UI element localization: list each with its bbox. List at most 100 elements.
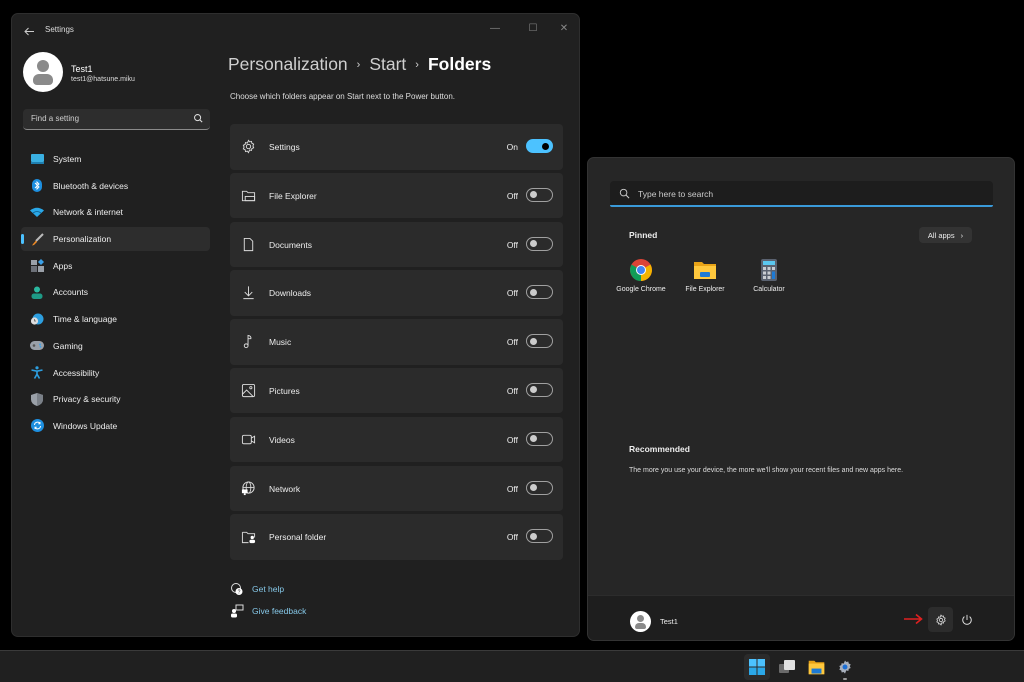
personal-folder-toggle[interactable]: [526, 529, 553, 544]
folder-label: Network: [269, 483, 301, 494]
taskbar-start-button[interactable]: [744, 654, 770, 680]
sidebar-item-label: Apps: [53, 260, 73, 271]
folder-row-settings: Settings On: [230, 124, 563, 170]
gear-icon: [839, 660, 851, 674]
network-toggle[interactable]: [526, 480, 553, 495]
sidebar-item-gaming[interactable]: Gaming: [21, 334, 210, 358]
video-icon: [241, 434, 256, 444]
sidebar-item-time-language[interactable]: Time & language: [21, 307, 210, 331]
file-explorer-toggle[interactable]: [526, 187, 553, 202]
folder-row-personal-folder: Personal folder Off: [230, 514, 563, 560]
chrome-icon: [630, 259, 652, 281]
videos-toggle[interactable]: [526, 431, 553, 446]
minimize-icon: —: [490, 22, 500, 34]
get-help-label: Get help: [252, 584, 285, 594]
folder-row-file-explorer: File Explorer Off: [230, 172, 563, 219]
sidebar-item-bluetooth[interactable]: Bluetooth & devices: [21, 174, 210, 198]
folder-row-videos: Videos Off: [230, 416, 563, 463]
pinned-heading: Pinned: [629, 230, 658, 240]
close-button[interactable]: ✕: [549, 18, 579, 38]
toggle-state: Off: [506, 337, 518, 348]
sidebar-item-network[interactable]: Network & internet: [21, 200, 210, 224]
back-button[interactable]: [20, 22, 38, 40]
toggle-state: Off: [506, 532, 518, 543]
recommended-heading: Recommended: [629, 444, 690, 454]
sidebar-item-label: Bluetooth & devices: [53, 180, 129, 191]
sidebar-item-apps[interactable]: Apps: [21, 254, 210, 278]
power-button[interactable]: [954, 607, 979, 632]
accessibility-icon: [30, 366, 44, 380]
chevron-right-icon: ›: [356, 58, 361, 71]
find-setting-input[interactable]: Find a setting: [23, 109, 210, 130]
sidebar-item-accounts[interactable]: Accounts: [21, 280, 210, 304]
breadcrumb: Personalization › Start › Folders: [228, 54, 491, 75]
folder-row-music: Music Off: [230, 319, 563, 365]
documents-toggle[interactable]: [526, 236, 553, 251]
start-menu: Type here to search Pinned All apps › Go…: [587, 157, 1015, 641]
taskbar-file-explorer-button[interactable]: [803, 654, 829, 680]
gamepad-icon: [30, 339, 44, 353]
sidebar-item-accessibility[interactable]: Accessibility: [21, 361, 210, 385]
give-feedback-label: Give feedback: [252, 606, 307, 616]
maximize-button[interactable]: ☐: [518, 18, 548, 38]
document-icon: [243, 237, 254, 251]
all-apps-button[interactable]: All apps ›: [919, 227, 972, 243]
task-view-icon: [779, 660, 795, 673]
minimize-button[interactable]: —: [480, 18, 510, 38]
system-icon: [30, 152, 44, 166]
breadcrumb-start[interactable]: Start: [369, 54, 406, 75]
give-feedback-link[interactable]: Give feedback: [230, 604, 306, 618]
user-avatar[interactable]: [23, 52, 63, 92]
pinned-app-file-explorer[interactable]: File Explorer: [673, 258, 737, 298]
pictures-toggle[interactable]: [526, 382, 553, 397]
calculator-icon: [761, 259, 777, 281]
app-label: Calculator: [753, 286, 785, 293]
folder-label: Settings: [269, 142, 300, 152]
settings-toggle[interactable]: [526, 139, 553, 153]
start-footer: Test1: [588, 595, 1014, 640]
gear-icon: [242, 139, 255, 154]
app-label: File Explorer: [685, 286, 725, 293]
pinned-app-chrome[interactable]: Google Chrome: [609, 258, 673, 298]
app-title: Settings: [45, 25, 74, 34]
toggle-state: On: [506, 142, 518, 152]
sidebar-item-personalization[interactable]: Personalization: [21, 227, 210, 252]
sidebar-item-privacy[interactable]: Privacy & security: [21, 387, 210, 411]
apps-icon: [30, 259, 44, 273]
start-search-input[interactable]: Type here to search: [610, 181, 993, 207]
pinned-app-calculator[interactable]: Calculator: [737, 258, 801, 298]
music-toggle[interactable]: [526, 334, 553, 349]
sidebar-item-label: Accessibility: [53, 367, 100, 378]
recommended-description: The more you use your device, the more w…: [629, 467, 904, 474]
shield-icon: [30, 392, 44, 406]
running-indicator: [843, 678, 847, 680]
sidebar-item-label: Personalization: [53, 234, 112, 245]
back-arrow-icon: [23, 27, 34, 35]
sidebar-item-label: Gaming: [53, 340, 83, 351]
get-help-link[interactable]: ? Get help: [230, 582, 284, 596]
folder-label: Documents: [269, 239, 312, 250]
time-language-icon: [30, 312, 44, 326]
sidebar-item-system[interactable]: System: [21, 147, 210, 171]
downloads-toggle[interactable]: [526, 285, 553, 300]
network-globe-icon: [241, 481, 255, 495]
search-placeholder: Find a setting: [31, 114, 80, 123]
taskbar-task-view-button[interactable]: [774, 654, 800, 680]
user-name[interactable]: Test1: [660, 617, 678, 626]
folder-row-downloads: Downloads Off: [230, 270, 563, 316]
start-settings-button[interactable]: [928, 607, 953, 632]
user-avatar[interactable]: [630, 611, 651, 632]
sidebar-item-windows-update[interactable]: Windows Update: [21, 414, 210, 438]
folder-row-network: Network Off: [230, 465, 563, 512]
toggle-state: Off: [506, 288, 518, 299]
breadcrumb-personalization[interactable]: Personalization: [228, 54, 348, 75]
sidebar-item-label: System: [53, 154, 82, 164]
taskbar-settings-button[interactable]: [832, 654, 858, 680]
user-email: test1@hatsune.miku: [71, 76, 135, 83]
all-apps-label: All apps: [927, 230, 955, 240]
windows-logo-icon: [749, 659, 765, 675]
toggle-state: Off: [506, 190, 518, 201]
search-icon: [194, 114, 203, 123]
page-title: Folders: [427, 54, 492, 74]
music-note-icon: [243, 335, 252, 349]
